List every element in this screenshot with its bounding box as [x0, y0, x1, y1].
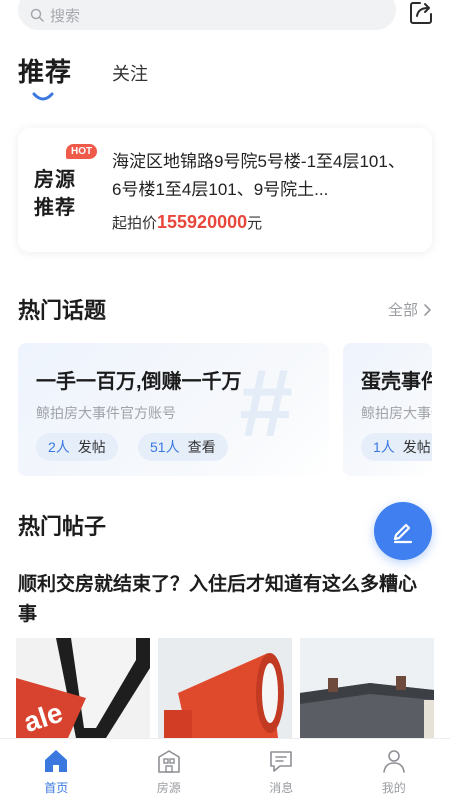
view-count: 51人	[150, 439, 180, 455]
post-title[interactable]: 顺利交房就结束了？入住后才知道有这么多糟心事	[18, 570, 432, 630]
see-all-link[interactable]: 全部	[388, 299, 432, 320]
topic-subtitle: 鲸拍房大事件	[361, 405, 432, 421]
see-all-label: 全部	[387, 302, 418, 319]
topic-title: 一手一百万,倒赚一千万	[36, 371, 242, 393]
active-tab-indicator	[32, 92, 54, 101]
post-image-row[interactable]: ale	[16, 638, 434, 738]
view-count-chip: 51人 查看	[138, 433, 228, 461]
post-image-house	[300, 638, 434, 738]
nav-label-home: 首页	[44, 781, 69, 795]
listing-title: 海淀区地锦路9号院5号楼-1至4层101、6号楼1至4层101、9号院土...	[112, 152, 405, 199]
topic-card[interactable]: 蛋壳事件 鲸拍房大事件 1人 发帖	[343, 343, 432, 476]
hot-posts-header: 热门帖子	[18, 509, 432, 541]
post-count: 2人	[48, 439, 70, 455]
feed-tabs: 推荐 关注	[18, 52, 318, 102]
nav-item-messages[interactable]: 消息	[225, 739, 338, 800]
tab-follow[interactable]: 关注	[112, 60, 148, 86]
topic-card[interactable]: # 一手一百万,倒赚一千万 鲸拍房大事件官方账号 2人 发帖 51人 查看	[18, 343, 329, 476]
user-icon	[382, 750, 405, 773]
post-label: 发帖	[402, 439, 431, 455]
building-icon	[157, 750, 180, 773]
badge-line-1: 房源	[34, 169, 76, 191]
price-label: 起拍价	[112, 215, 158, 232]
chevron-right-icon	[424, 303, 431, 316]
nav-label-profile: 我的	[381, 781, 406, 795]
hash-watermark-icon: #	[238, 350, 292, 457]
nav-item-profile[interactable]: 我的	[338, 739, 450, 800]
search-input[interactable]: 搜索	[18, 0, 396, 30]
badge-line-2: 推荐	[34, 197, 76, 219]
post-image-megaphone	[158, 638, 292, 738]
post-count-chip: 1人 发帖	[361, 433, 432, 461]
tab-recommend[interactable]: 推荐	[18, 52, 72, 89]
edit-icon	[393, 523, 413, 544]
price-amount: 155920000	[157, 212, 248, 232]
post-count-chip: 2人 发帖	[36, 433, 118, 461]
hot-posts-title: 热门帖子	[18, 514, 107, 539]
recommended-listing-card[interactable]: HOT 房源 推荐 海淀区地锦路9号院5号楼-1至4层101、6号楼1至4层10…	[18, 128, 432, 252]
nav-label-listings: 房源	[156, 781, 181, 795]
hot-topics-header: 热门话题 全部	[18, 293, 432, 325]
nav-label-messages: 消息	[269, 781, 294, 795]
view-label: 查看	[187, 439, 216, 455]
home-icon	[45, 750, 68, 772]
search-icon	[30, 8, 44, 22]
share-icon[interactable]	[408, 0, 434, 26]
post-count: 1人	[373, 439, 395, 455]
topic-title: 蛋壳事件	[361, 371, 432, 393]
topic-subtitle: 鲸拍房大事件官方账号	[36, 405, 176, 421]
compose-post-button[interactable]	[374, 502, 432, 560]
message-icon	[270, 751, 293, 772]
top-bar: 搜索	[0, 0, 450, 40]
bottom-navigation: 首页 房源 消息 我的	[0, 738, 450, 800]
nav-item-home[interactable]: 首页	[0, 739, 113, 800]
nav-item-listings[interactable]: 房源	[113, 739, 226, 800]
search-placeholder: 搜索	[50, 7, 81, 25]
recommend-badge: HOT 房源 推荐	[34, 144, 98, 222]
hot-tag: HOT	[66, 144, 98, 159]
price-unit: 元	[247, 215, 263, 232]
post-label: 发帖	[77, 439, 106, 455]
post-image-sale-sign: ale	[16, 638, 150, 738]
hot-topics-title: 热门话题	[18, 298, 107, 323]
starting-price: 起拍价155920000元	[112, 212, 262, 233]
